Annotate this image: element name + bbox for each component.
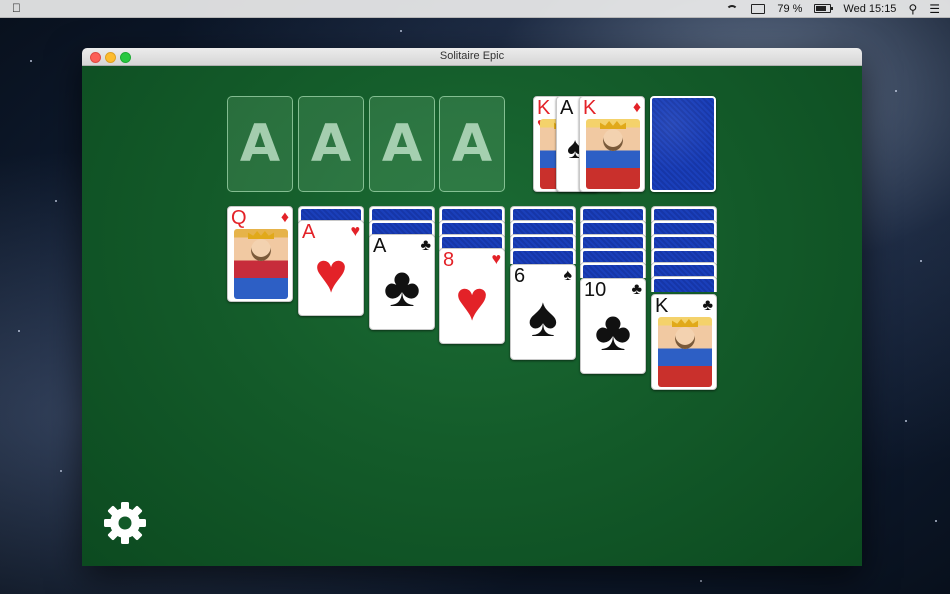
foundation-pile-4[interactable]: A [439,96,505,192]
wifi-icon[interactable] [725,3,739,14]
foundation-ace-label: A [239,114,281,174]
tableau-card-ten-clubs[interactable]: 10 ♣ ♣ [580,278,646,374]
minimize-window-button[interactable] [105,52,116,63]
card-rank: K [655,295,669,317]
card-rank: 6 [514,265,526,287]
waste-top-card[interactable]: K ♦ [579,96,645,192]
foundation-ace-label: A [310,114,352,174]
card-suit: ♥ [491,251,502,268]
card-suit: ♥ [350,223,361,240]
foundation-ace-label: A [381,114,423,174]
star [55,200,57,202]
king-portrait [658,317,712,387]
menu-bar:  79 % Wed 15:15 ⚲ ☰ [0,0,950,18]
tableau-card-eight-hearts[interactable]: 8 ♥ ♥ [439,248,505,344]
card-pip: ♥ [455,268,489,332]
solitaire-window: Solitaire Epic A A A A K ♥ A ♠ K ♦ Q ♦ [82,48,862,566]
star [60,470,62,472]
foundation-pile-3[interactable]: A [369,96,435,192]
notification-center-icon[interactable]: ☰ [929,2,940,16]
card-suit: ♦ [280,209,289,226]
card-rank: K [537,97,551,119]
card-rank: Q [231,207,247,229]
card-rank: 8 [443,249,455,271]
star [935,520,937,522]
zoom-window-button[interactable] [120,52,131,63]
card-rank: 10 [584,279,607,301]
tableau-card-king-clubs[interactable]: K ♣ [651,294,717,390]
face-down-card [510,248,576,264]
star [920,260,922,262]
tableau-card-six-spades[interactable]: 6 ♠ ♠ [510,264,576,360]
card-rank: K [583,97,597,119]
menu-bar-status-area: 79 % Wed 15:15 ⚲ ☰ [725,0,940,17]
tableau-card-queen-diamonds[interactable]: Q ♦ [227,206,293,302]
airplay-icon[interactable] [751,3,766,14]
tableau-card-ace-hearts[interactable]: A ♥ ♥ [298,220,364,316]
stock-pile[interactable] [650,96,716,192]
card-suit: ♦ [632,99,641,116]
star [700,580,702,582]
face-down-card [651,276,717,292]
star [895,90,897,92]
foundation-pile-2[interactable]: A [298,96,364,192]
star [905,420,907,422]
battery-icon[interactable] [814,4,834,13]
card-pip: ♥ [314,240,348,304]
foundation-pile-1[interactable]: A [227,96,293,192]
star [30,60,32,62]
star [18,330,20,332]
card-pip: ♣ [383,254,421,318]
face-down-card [580,262,646,278]
card-rank: A [373,235,387,257]
battery-percent: 79 % [777,2,803,15]
card-rank: A [560,97,574,119]
card-suit: ♣ [702,297,714,314]
apple-menu-icon[interactable]:  [12,1,21,15]
close-window-button[interactable] [90,52,101,63]
card-pip: ♣ [594,298,632,362]
card-suit: ♣ [631,281,643,298]
spotlight-search-icon[interactable]: ⚲ [908,2,917,16]
settings-button[interactable] [102,500,148,546]
foundation-ace-label: A [451,114,493,174]
card-rank: A [302,221,316,243]
menu-bar-clock[interactable]: Wed 15:15 [843,3,896,15]
card-suit: ♣ [420,237,432,254]
tableau-card-ace-clubs[interactable]: A ♣ ♣ [369,234,435,330]
window-titlebar[interactable]: Solitaire Epic [82,48,862,66]
star [400,30,402,32]
card-suit: ♠ [563,267,573,284]
gear-icon [104,502,146,544]
king-portrait [586,119,640,189]
card-pip: ♠ [528,284,558,348]
game-table: A A A A K ♥ A ♠ K ♦ Q ♦ A ♥ [82,66,862,566]
window-title: Solitaire Epic [439,50,505,62]
queen-portrait [234,229,288,299]
